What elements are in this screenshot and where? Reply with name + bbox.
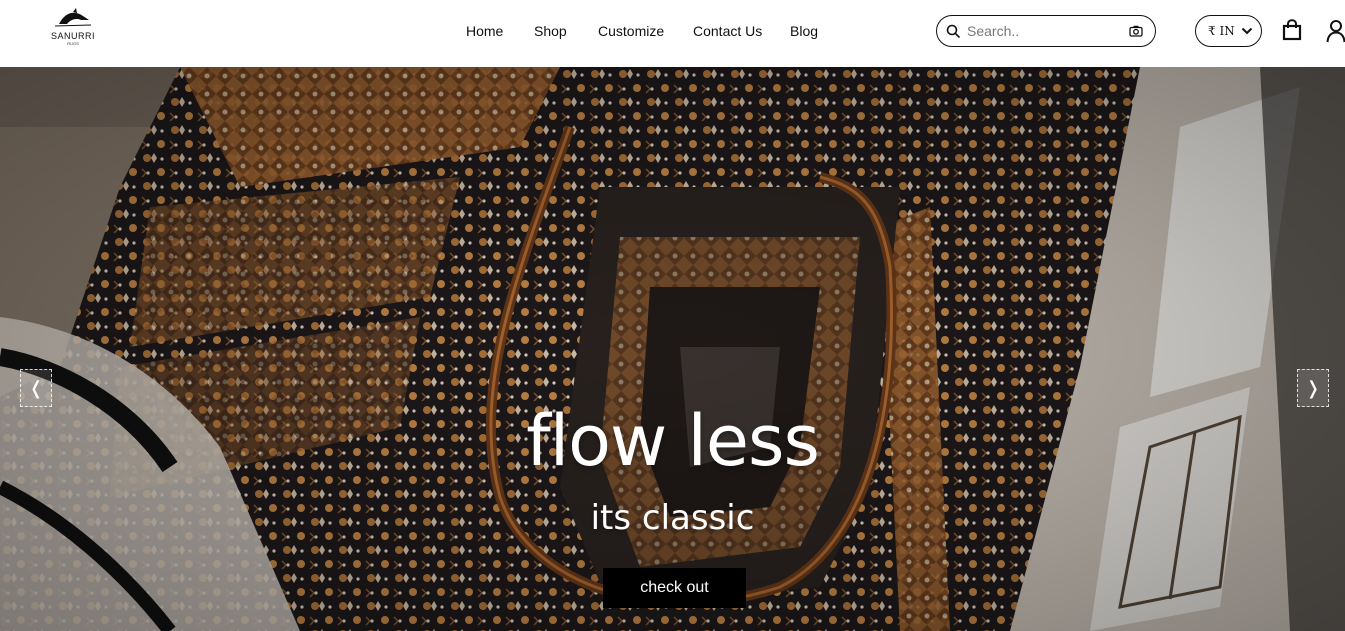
nav-customize[interactable]: Customize <box>598 20 664 42</box>
search-input[interactable] <box>967 21 1127 41</box>
chevron-left-icon: ❬ <box>28 377 44 399</box>
currency-value: ₹ IN <box>1208 24 1235 38</box>
check-out-button[interactable]: check out <box>603 568 746 608</box>
hero-image <box>0 67 1345 631</box>
hero-slider: ❬ ❭ flow less its classic check out <box>0 67 1345 631</box>
hero-title: flow less <box>526 400 820 482</box>
logo-mark-icon <box>54 8 92 27</box>
search-icon[interactable] <box>946 24 960 38</box>
nav-home[interactable]: Home <box>466 20 503 42</box>
shopping-bag-icon[interactable] <box>1282 19 1302 41</box>
nav-shop[interactable]: Shop <box>534 20 567 42</box>
currency-select[interactable]: ₹ IN <box>1195 15 1262 47</box>
search-box <box>936 15 1156 47</box>
site-header: SANURRI RUGS Home Shop Customize Contact… <box>0 0 1345 67</box>
user-icon[interactable] <box>1326 19 1345 43</box>
hero-subtitle: its classic <box>590 498 755 538</box>
chevron-down-icon <box>1241 27 1253 35</box>
brand-sub: RUGS <box>67 41 79 46</box>
brand-logo[interactable]: SANURRI RUGS <box>44 8 102 58</box>
camera-icon[interactable] <box>1129 25 1143 37</box>
brand-name: SANURRI <box>50 31 95 41</box>
nav-contact-us[interactable]: Contact Us <box>693 20 773 42</box>
nav-blog[interactable]: Blog <box>790 20 818 42</box>
chevron-right-icon: ❭ <box>1305 377 1321 399</box>
